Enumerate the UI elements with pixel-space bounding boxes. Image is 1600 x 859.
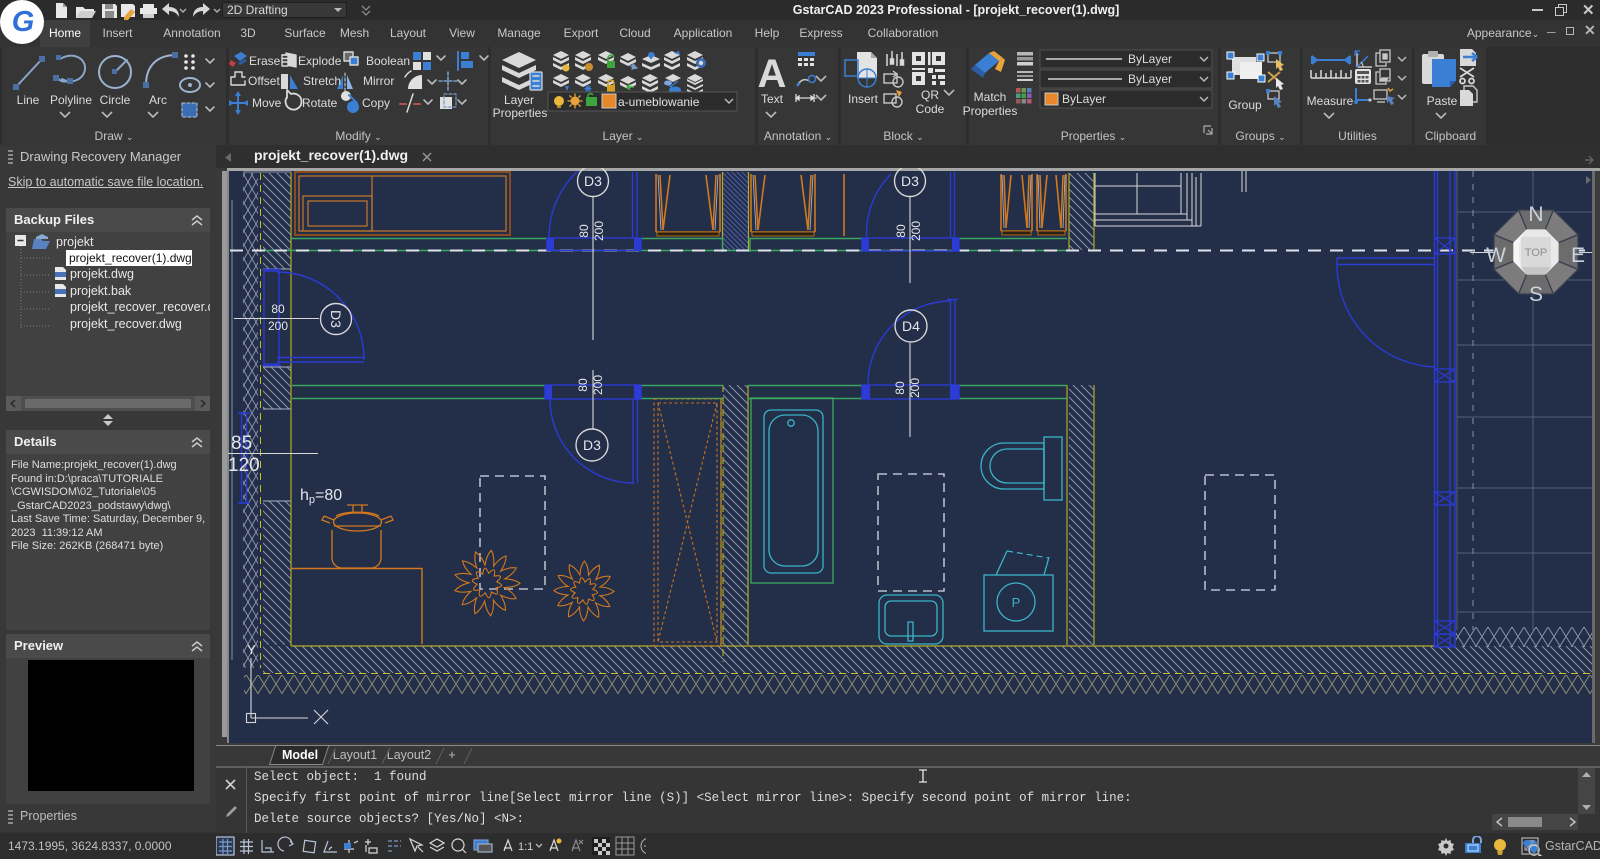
svg-text:D3: D3 <box>584 173 602 189</box>
svg-text:projekt_recover(1).dwg: projekt_recover(1).dwg <box>69 251 192 265</box>
svg-text:A: A <box>758 52 787 96</box>
svg-text:80: 80 <box>576 378 590 392</box>
svg-text:200: 200 <box>591 375 605 395</box>
svg-text:projekt_recover_recover.dwg: projekt_recover_recover.dwg <box>70 300 210 314</box>
svg-text:D3: D3 <box>901 173 919 189</box>
svg-text:D3: D3 <box>328 310 344 328</box>
svg-text:E: E <box>1571 244 1585 267</box>
svg-text:N: N <box>1528 203 1543 226</box>
svg-text:120: 120 <box>228 455 260 476</box>
svg-text:D4: D4 <box>902 318 920 334</box>
svg-text:P: P <box>1012 595 1021 610</box>
svg-text:Y: Y <box>247 642 256 657</box>
svg-text:80: 80 <box>894 224 908 238</box>
svg-text:D3: D3 <box>583 437 601 453</box>
svg-text:200: 200 <box>909 221 923 241</box>
svg-text:projekt: projekt <box>56 235 94 249</box>
svg-text:1:1: 1:1 <box>518 841 533 853</box>
svg-text:200: 200 <box>592 221 606 241</box>
svg-text:80: 80 <box>577 224 591 238</box>
svg-text:projekt.bak: projekt.bak <box>70 284 132 298</box>
svg-text:hp=80: hp=80 <box>300 487 342 506</box>
svg-text:projekt_recover.dwg: projekt_recover.dwg <box>70 317 182 331</box>
svg-text:200: 200 <box>268 319 288 333</box>
svg-text:TOP: TOP <box>1525 247 1547 259</box>
svg-text:W: W <box>1486 244 1506 267</box>
svg-text:80: 80 <box>893 381 907 395</box>
svg-text:80: 80 <box>271 302 285 316</box>
svg-text:200: 200 <box>908 378 922 398</box>
svg-text:85: 85 <box>231 433 252 454</box>
svg-text:projekt.dwg: projekt.dwg <box>70 267 134 281</box>
svg-text:S: S <box>1529 283 1543 306</box>
